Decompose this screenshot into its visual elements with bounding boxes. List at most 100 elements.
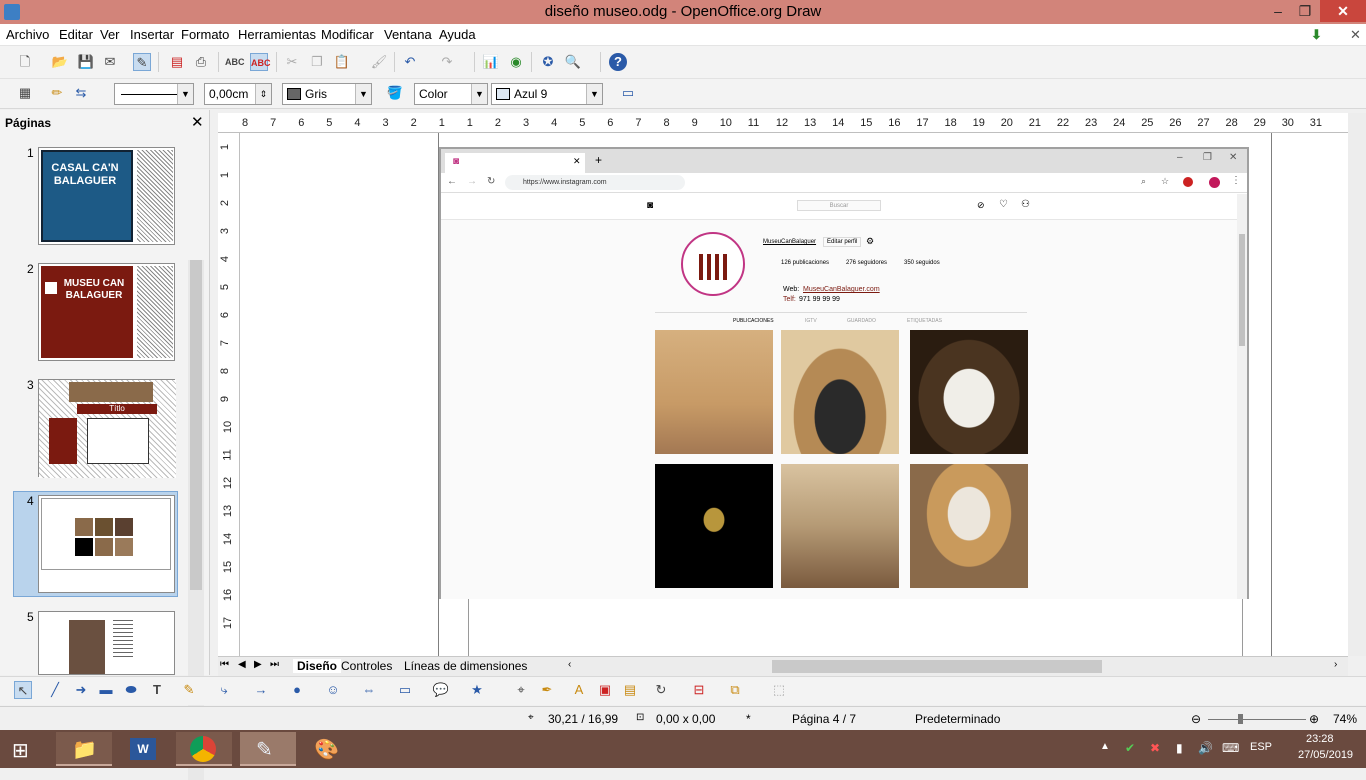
instagram-screenshot-image[interactable]: ◙ ✕ + – ❐ ✕ ← → ↻ https://www.instagram.… — [439, 147, 1249, 599]
menu-formato[interactable]: Formato — [181, 27, 229, 42]
flowchart-icon[interactable]: ▭ — [396, 681, 414, 699]
tray-network-icon[interactable]: ✖ — [1150, 741, 1160, 755]
export-pdf-icon[interactable]: ▤ — [168, 53, 186, 71]
clock-date[interactable]: 27/05/2019 — [1298, 749, 1353, 761]
battery-icon[interactable]: ▮ — [1176, 741, 1183, 755]
print-icon[interactable]: ⎙ — [192, 53, 210, 71]
slide-thumbnail-1[interactable]: CASAL CA'N BALAGUER — [38, 147, 175, 245]
openoffice-button[interactable]: ✎ — [240, 732, 296, 766]
fill-color-select[interactable]: Azul 9 ▼ — [491, 83, 603, 105]
block-arrows-icon[interactable]: ⇔ — [360, 681, 378, 699]
menu-archivo[interactable]: Archivo — [6, 27, 49, 42]
scroll-left-icon[interactable]: ‹ — [568, 659, 571, 670]
zoom-slider-thumb[interactable] — [1238, 714, 1243, 724]
volume-icon[interactable]: 🔊 — [1198, 741, 1213, 755]
navigator-icon[interactable]: ✪ — [539, 53, 557, 71]
first-tab-icon[interactable]: ⏮ — [220, 659, 229, 670]
tray-expand-icon[interactable]: ▲ — [1100, 741, 1110, 752]
line-color-select[interactable]: Gris ▼ — [282, 83, 372, 105]
extrusion-icon[interactable]: ⬚ — [770, 681, 788, 699]
horizontal-ruler[interactable]: 8 7 6 5 4 3 2 1 1 2 3 4 5 6 7 8 9 10 11 12 13 14 15 16 17 18 19 20 2… — [218, 113, 1348, 133]
last-tab-icon[interactable]: ⏭ — [270, 659, 279, 670]
next-tab-icon[interactable]: ▶ — [254, 659, 262, 670]
menu-ver[interactable]: Ver — [100, 27, 120, 42]
prev-tab-icon[interactable]: ◀ — [238, 659, 246, 670]
slide-thumbnail-4[interactable] — [38, 495, 175, 593]
text-tool-icon[interactable]: T — [148, 681, 166, 699]
open-icon[interactable]: 📂 — [51, 53, 69, 71]
arrange-icon[interactable]: ⧉ — [726, 681, 744, 699]
line-style-select[interactable]: ▼ — [114, 83, 194, 105]
redo-icon[interactable]: ↷ — [438, 53, 456, 71]
arrow-style-icon[interactable]: ⇆ — [72, 84, 90, 102]
zoom-out-icon[interactable]: ⊖ — [1191, 712, 1201, 726]
keyboard-icon[interactable]: ⌨ — [1222, 741, 1239, 755]
windows-start-icon[interactable]: ⊞ — [12, 738, 29, 763]
vertical-ruler[interactable]: 1 1 2 3 4 5 6 7 8 9 10 11 12 13 14 15 16 17 — [218, 133, 240, 656]
gallery-tool-icon[interactable]: ▤ — [621, 681, 639, 699]
styles-icon[interactable]: ▦ — [16, 84, 34, 102]
basic-shapes-icon[interactable]: ● — [288, 681, 306, 699]
vertical-scrollbar[interactable] — [1348, 113, 1366, 656]
tab-lineas-dimensiones[interactable]: Líneas de dimensiones — [404, 659, 527, 673]
copy-icon[interactable]: ❐ — [308, 53, 326, 71]
menu-ayuda[interactable]: Ayuda — [439, 27, 476, 42]
menu-modificar[interactable]: Modificar — [321, 27, 374, 42]
paste-icon[interactable]: 📋 — [333, 53, 351, 71]
maximize-button[interactable]: ❐ — [1290, 0, 1320, 22]
menu-insertar[interactable]: Insertar — [130, 27, 174, 42]
clock-time[interactable]: 23:28 — [1306, 733, 1334, 745]
scroll-right-icon[interactable]: › — [1334, 659, 1337, 670]
paint-button[interactable]: 🎨 — [300, 732, 356, 766]
tray-security-icon[interactable]: ✔ — [1125, 741, 1135, 755]
slide-thumbnail-2[interactable]: MUSEU CAN BALAGUER — [38, 263, 175, 361]
rectangle-tool-icon[interactable]: ▬ — [97, 681, 115, 699]
slide-thumbnail-5[interactable] — [38, 611, 175, 675]
cut-icon[interactable]: ✂ — [283, 53, 301, 71]
chrome-button[interactable] — [176, 732, 232, 766]
line-tool-icon[interactable]: ╱ — [46, 681, 64, 699]
menu-herramientas[interactable]: Herramientas — [238, 27, 316, 42]
new-icon[interactable]: 🗋 — [16, 53, 34, 71]
ellipse-tool-icon[interactable]: ⬬ — [122, 681, 140, 699]
fill-mode-select[interactable]: Color ▼ — [414, 83, 488, 105]
zoom-in-icon[interactable]: ⊕ — [1309, 712, 1319, 726]
line-width-input[interactable]: 0,00cm ⇕ — [204, 83, 272, 105]
edit-file-icon[interactable]: ✎ — [133, 53, 151, 71]
align-icon[interactable]: ⊟ — [690, 681, 708, 699]
fontwork-icon[interactable]: A — [570, 681, 588, 699]
word-button[interactable]: W — [116, 732, 172, 766]
email-icon[interactable]: ✉ — [101, 53, 119, 71]
scrollbar-thumb[interactable] — [190, 260, 202, 590]
gallery-icon[interactable]: ◉ — [507, 53, 525, 71]
spellcheck-icon[interactable]: ABC — [225, 53, 245, 71]
tab-controles[interactable]: Controles — [341, 659, 392, 673]
save-icon[interactable]: 💾 — [77, 53, 95, 71]
from-file-icon[interactable]: ▣ — [596, 681, 614, 699]
format-paintbrush-icon[interactable]: 🖌 — [370, 53, 388, 71]
zoom-level[interactable]: 74% — [1333, 712, 1357, 726]
rotate-icon[interactable]: ↻ — [652, 681, 670, 699]
language-indicator[interactable]: ESP — [1250, 741, 1272, 753]
curve-tool-icon[interactable]: ✎ — [180, 681, 198, 699]
symbol-shapes-icon[interactable]: ☺ — [324, 681, 342, 699]
glue-points-icon[interactable]: ✒ — [538, 681, 556, 699]
points-icon[interactable]: ⌖ — [512, 681, 530, 699]
menu-ventana[interactable]: Ventana — [384, 27, 432, 42]
autospellcheck-icon[interactable]: ABC — [250, 53, 271, 71]
stars-icon[interactable]: ★ — [468, 681, 486, 699]
drawing-canvas[interactable]: ◙ ✕ + – ❐ ✕ ← → ↻ https://www.instagram.… — [240, 133, 1348, 656]
zoom-icon[interactable]: 🔍 — [564, 53, 582, 71]
close-panel-icon[interactable]: ✕ — [191, 113, 204, 131]
help-icon[interactable]: ? — [609, 53, 627, 71]
tab-diseno[interactable]: Diseño — [293, 659, 342, 673]
close-button[interactable]: ✕ — [1320, 0, 1366, 22]
zoom-slider[interactable] — [1208, 719, 1306, 720]
area-icon[interactable]: 🪣 — [386, 84, 404, 102]
horizontal-scrollbar-thumb[interactable] — [772, 660, 1102, 673]
chart-icon[interactable]: 📊 — [482, 53, 500, 71]
undo-icon[interactable]: ↶ — [401, 53, 419, 71]
minimize-button[interactable]: – — [1263, 0, 1293, 22]
line-icon[interactable]: ✏ — [48, 84, 66, 102]
update-icon[interactable]: ⬇ — [1311, 27, 1322, 43]
